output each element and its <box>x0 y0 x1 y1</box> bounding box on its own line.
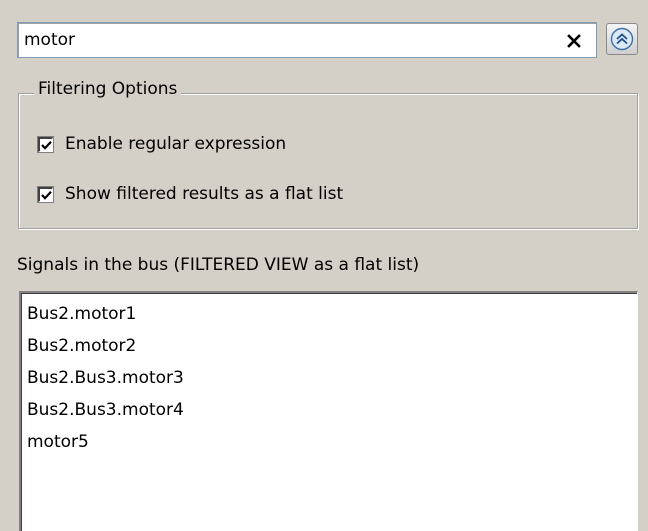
enable-regex-checkbox[interactable] <box>38 136 53 152</box>
enable-regex-option[interactable]: Enable regular expression <box>38 133 286 155</box>
list-item[interactable]: Bus2.motor2 <box>21 330 637 362</box>
checkmark-icon <box>41 190 52 200</box>
search-input[interactable] <box>24 23 544 57</box>
signals-list-label: Signals in the bus (FILTERED VIEW as a f… <box>17 255 420 275</box>
chevron-up-icon <box>610 27 634 51</box>
flat-list-checkbox[interactable] <box>38 186 53 202</box>
flat-list-option[interactable]: Show filtered results as a flat list <box>38 183 343 205</box>
filtering-options-legend: Filtering Options <box>34 78 182 100</box>
list-item[interactable]: Bus2.Bus3.motor3 <box>21 362 637 394</box>
collapse-options-button[interactable] <box>606 23 638 55</box>
clear-search-icon[interactable] <box>564 30 584 50</box>
checkmark-icon <box>41 140 52 150</box>
list-item[interactable]: Bus2.Bus3.motor4 <box>21 394 637 426</box>
search-field <box>17 22 597 58</box>
list-item[interactable]: motor5 <box>21 426 637 458</box>
list-item[interactable]: Bus2.motor1 <box>21 298 637 330</box>
filtering-options-group <box>18 93 638 229</box>
signals-list[interactable]: Bus2.motor1 Bus2.motor2 Bus2.Bus3.motor3… <box>19 291 638 531</box>
flat-list-label: Show filtered results as a flat list <box>65 184 344 204</box>
enable-regex-label: Enable regular expression <box>65 134 287 154</box>
